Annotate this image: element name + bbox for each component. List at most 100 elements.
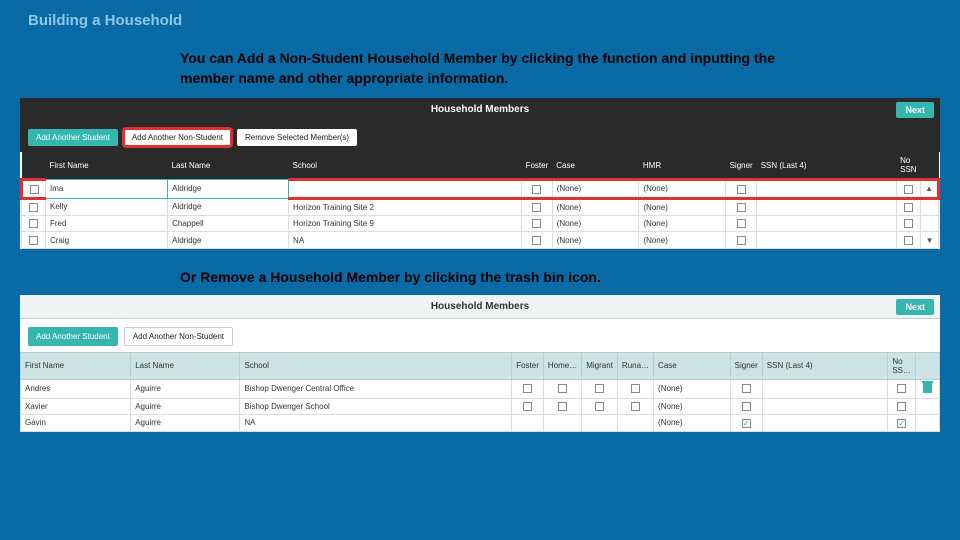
col-school: School <box>240 352 512 379</box>
cell-first: Andres <box>21 379 131 398</box>
row-checkbox[interactable] <box>30 185 39 194</box>
col-nossn: No SSN <box>896 152 920 180</box>
first-name-input[interactable]: Ima <box>46 180 168 198</box>
signer-checkbox[interactable] <box>737 219 746 228</box>
cell-school: NA <box>240 415 512 431</box>
row-checkbox[interactable] <box>29 236 38 245</box>
cell-ssn <box>762 398 888 414</box>
nossn-checkbox[interactable] <box>904 219 913 228</box>
cell-hmr: (None) <box>639 180 726 198</box>
nossn-checkbox[interactable] <box>904 185 913 194</box>
cell-case: (None) <box>552 198 639 215</box>
instruction-text-2: Or Remove a Household Member by clicking… <box>0 249 960 295</box>
runaway-checkbox[interactable] <box>631 402 640 411</box>
cell-ssn <box>757 215 896 231</box>
signer-checkbox[interactable] <box>742 402 751 411</box>
foster-checkbox[interactable] <box>532 185 541 194</box>
signer-checkbox[interactable] <box>742 384 751 393</box>
cell-first: Fred <box>46 215 168 231</box>
add-nonstudent-button[interactable]: Add Another Non-Student <box>124 129 231 146</box>
table-row: Kelly Aldridge Horizon Training Site 2 (… <box>22 198 939 215</box>
trash-icon[interactable] <box>923 383 932 393</box>
nossn-checkbox[interactable] <box>897 402 906 411</box>
migrant-checkbox[interactable] <box>595 384 604 393</box>
foster-checkbox[interactable] <box>523 384 532 393</box>
col-first: First Name <box>21 352 131 379</box>
cell-last: Aldridge <box>168 198 289 215</box>
remove-selected-button[interactable]: Remove Selected Member(s) <box>237 129 357 146</box>
last-name-input[interactable]: Aldridge <box>168 180 289 198</box>
members-table-2: First Name Last Name School Foster Home…… <box>20 352 940 432</box>
nossn-checkbox[interactable] <box>904 203 913 212</box>
household-panel-dark: Household Members Next Add Another Stude… <box>20 98 940 249</box>
cell-ssn <box>757 198 896 215</box>
signer-checkbox[interactable] <box>737 203 746 212</box>
panel2-toolbar: Add Another Student Add Another Non-Stud… <box>20 319 940 352</box>
cell-ssn <box>762 379 888 398</box>
cell-school: Horizon Training Site 9 <box>289 215 522 231</box>
cell-ssn <box>762 415 888 431</box>
table-row: Ima Aldridge (None) (None) ▲ <box>22 180 939 198</box>
cell-last: Aguirre <box>131 398 240 414</box>
col-case: Case <box>654 352 731 379</box>
cell-last: Aldridge <box>168 232 289 248</box>
foster-checkbox[interactable] <box>532 219 541 228</box>
col-last: Last Name <box>131 352 240 379</box>
add-student-button[interactable]: Add Another Student <box>28 129 118 146</box>
cell-first: Kelly <box>46 198 168 215</box>
col-foster: Foster <box>522 152 553 180</box>
foster-checkbox[interactable] <box>523 402 532 411</box>
next-button[interactable]: Next <box>896 299 934 315</box>
col-ssn: SSN (Last 4) <box>757 152 896 180</box>
panel1-title: Household Members <box>431 104 529 115</box>
col-hmr: HMR <box>639 152 726 180</box>
scroll-up-icon[interactable]: ▲ <box>921 180 939 198</box>
migrant-checkbox[interactable] <box>595 402 604 411</box>
slide-title: Building a Household <box>0 0 960 37</box>
row-checkbox[interactable] <box>29 203 38 212</box>
scroll-down-icon[interactable]: ▼ <box>921 232 939 248</box>
col-home: Home… <box>543 352 581 379</box>
panel1-toolbar: Add Another Student Add Another Non-Stud… <box>20 121 940 152</box>
table-row: Gavin Aguirre NA (None) <box>21 415 940 431</box>
instruction-text-1: You can Add a Non-Student Household Memb… <box>0 37 960 98</box>
home-checkbox[interactable] <box>558 402 567 411</box>
row-checkbox[interactable] <box>29 219 38 228</box>
cell-school: NA <box>289 232 522 248</box>
col-runaway: Runa… <box>617 352 653 379</box>
cell-first: Xavier <box>21 398 131 414</box>
foster-checkbox[interactable] <box>532 203 541 212</box>
add-nonstudent-button[interactable]: Add Another Non-Student <box>124 327 233 346</box>
col-signer: Signer <box>726 152 757 180</box>
runaway-checkbox[interactable] <box>631 384 640 393</box>
panel1-header: Household Members Next <box>20 98 940 121</box>
cell-school: Bishop Dwenger School <box>240 398 512 414</box>
household-panel-light: Household Members Next Add Another Stude… <box>20 295 940 432</box>
table-row: Fred Chappell Horizon Training Site 9 (N… <box>22 215 939 231</box>
cell-hmr: (None) <box>639 198 726 215</box>
nossn-checkbox[interactable] <box>897 419 906 428</box>
signer-checkbox[interactable] <box>742 419 751 428</box>
col-case: Case <box>552 152 639 180</box>
foster-checkbox[interactable] <box>532 236 541 245</box>
nossn-checkbox[interactable] <box>904 236 913 245</box>
table-row: Andres Aguirre Bishop Dwenger Central Of… <box>21 379 940 398</box>
cell-case: (None) <box>552 232 639 248</box>
cell-case: (None) <box>654 398 731 414</box>
cell-case: (None) <box>552 180 639 198</box>
cell-hmr: (None) <box>639 232 726 248</box>
members-table-1: First Name Last Name School Foster Case … <box>20 152 940 249</box>
add-student-button[interactable]: Add Another Student <box>28 327 118 346</box>
next-button[interactable]: Next <box>896 102 934 118</box>
col-school: School <box>289 152 522 180</box>
nossn-checkbox[interactable] <box>897 384 906 393</box>
panel2-title: Household Members <box>431 301 529 312</box>
cell-last: Chappell <box>168 215 289 231</box>
col-migrant: Migrant <box>582 352 618 379</box>
signer-checkbox[interactable] <box>737 236 746 245</box>
cell-last: Aguirre <box>131 415 240 431</box>
home-checkbox[interactable] <box>558 384 567 393</box>
cell-first: Craig <box>46 232 168 248</box>
cell-school: Horizon Training Site 2 <box>289 198 522 215</box>
signer-checkbox[interactable] <box>737 185 746 194</box>
